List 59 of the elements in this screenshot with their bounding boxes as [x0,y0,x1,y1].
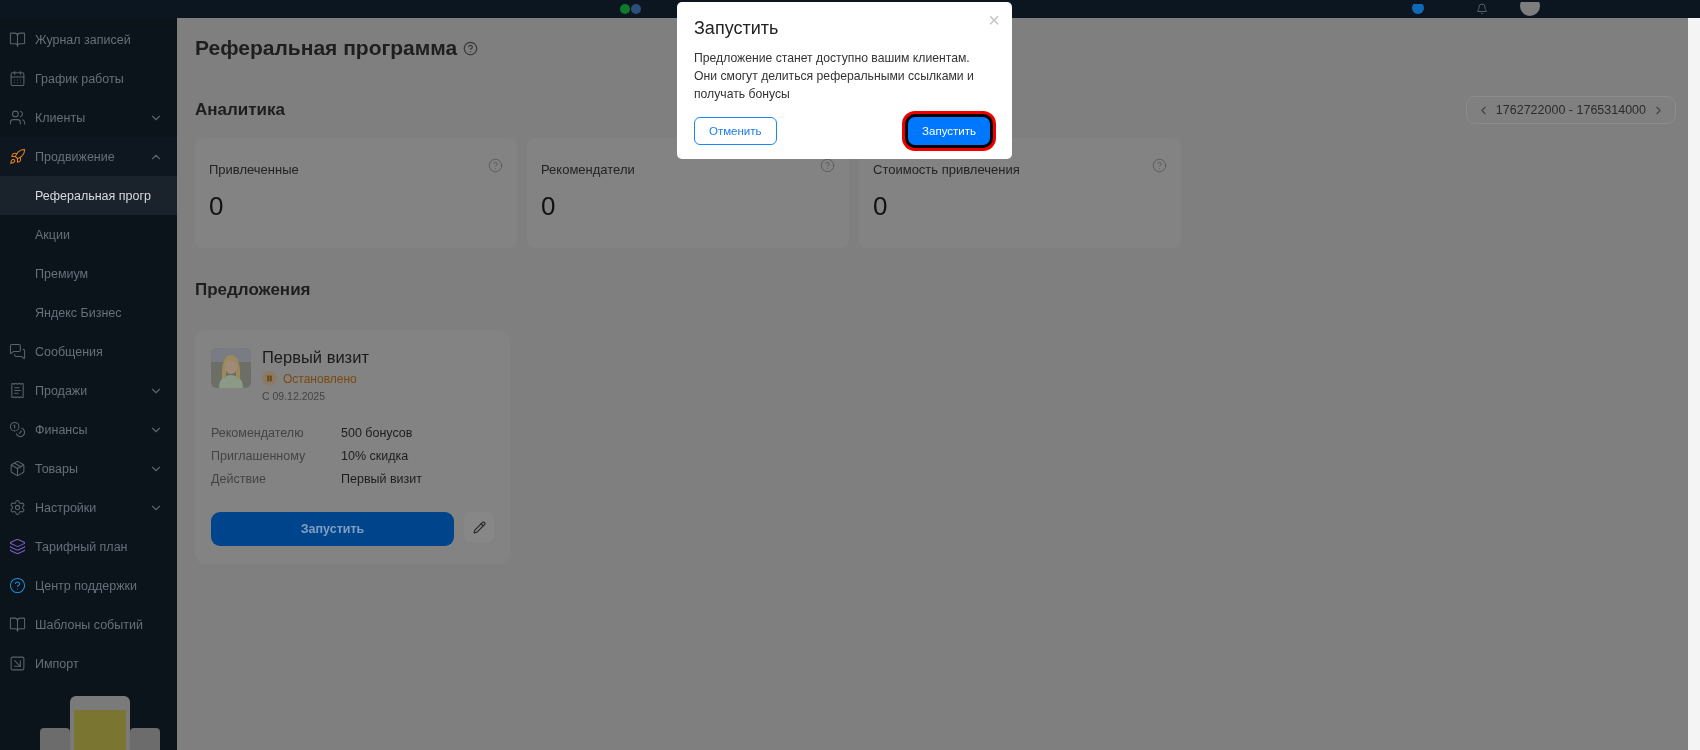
sidebar-item[interactable]: Журнал записей [0,20,177,59]
receipt-icon [9,382,26,399]
sidebar-item[interactable]: Продвижение [0,137,177,176]
dialog-title: Запустить [694,18,779,39]
section-heading: Аналитика [195,100,285,120]
page-title: Реферальная программа [195,36,458,60]
calendar-icon [9,70,26,87]
offer-date: С 09.12.2025 [262,390,327,402]
sidebar-item[interactable]: Импорт [0,644,177,683]
sidebar-item[interactable]: Центр поддержки [0,566,177,605]
sidebar-item[interactable]: Товары [0,449,177,488]
sidebar-item[interactable]: Реферальная прогр [0,176,177,215]
detail-label: Приглашенному [211,449,307,463]
pencil-icon [472,520,486,534]
help-icon [9,577,26,594]
section-heading: Предложения [195,280,311,300]
detail-value: 10% скидка [341,449,410,463]
import-icon [9,655,26,672]
rocket-icon [9,148,26,165]
sidebar-item[interactable]: Тарифный план [0,527,177,566]
detail-label: Рекомендателю [211,426,305,440]
layers-icon [9,538,26,555]
sidebar-item[interactable]: Клиенты [0,98,177,137]
book-icon [9,616,26,633]
sidebar-item[interactable]: График работы [0,59,177,98]
edit-button[interactable] [464,512,494,542]
date-range-picker[interactable]: 1762722000 - 1765314000 [1465,96,1676,124]
stat-value: 0 [541,191,557,222]
sidebar-item[interactable]: Сообщения [0,332,177,371]
cancel-button[interactable]: Отменить [694,117,777,145]
start-button[interactable]: Запустить [211,512,454,546]
stat-label: Стоимость привлечения [873,161,1020,177]
coins-icon [9,421,26,438]
stat-label: Рекомендатели [541,161,635,177]
settings-icon [9,499,26,516]
offer-status: Остановлено [283,371,357,386]
sidebar-item[interactable]: Настройки [0,488,177,527]
help-icon[interactable] [463,40,479,56]
sidebar-item[interactable]: Продажи [0,371,177,410]
sidebar-item[interactable]: Шаблоны событий [0,605,177,644]
sidebar-item[interactable]: Финансы [0,410,177,449]
stat-label: Привлеченные [209,161,299,177]
stat-value: 0 [873,191,889,222]
detail-label: Действие [211,472,267,486]
avatar-icon[interactable] [1520,2,1540,16]
sidebar-item[interactable]: Яндекс Бизнес [0,293,177,332]
detail-value: 500 бонусов [341,426,414,440]
book-icon [9,31,26,48]
stat-value: 0 [209,191,225,222]
sidebar-item[interactable]: Акции [0,215,177,254]
users-icon [9,109,26,126]
bell-icon[interactable] [1476,3,1488,15]
chat-icon [9,343,26,360]
package-icon [9,460,26,477]
detail-value: Первый визит [341,472,424,486]
sidebar-item[interactable]: Премиум [0,254,177,293]
dialog-text: Предложение станет доступно вашим клиентам. Они смогут делиться реферальными ссылками и получать бонусы [694,50,975,103]
help-icon[interactable] [820,158,835,173]
offer-title: Первый визит [262,348,369,367]
